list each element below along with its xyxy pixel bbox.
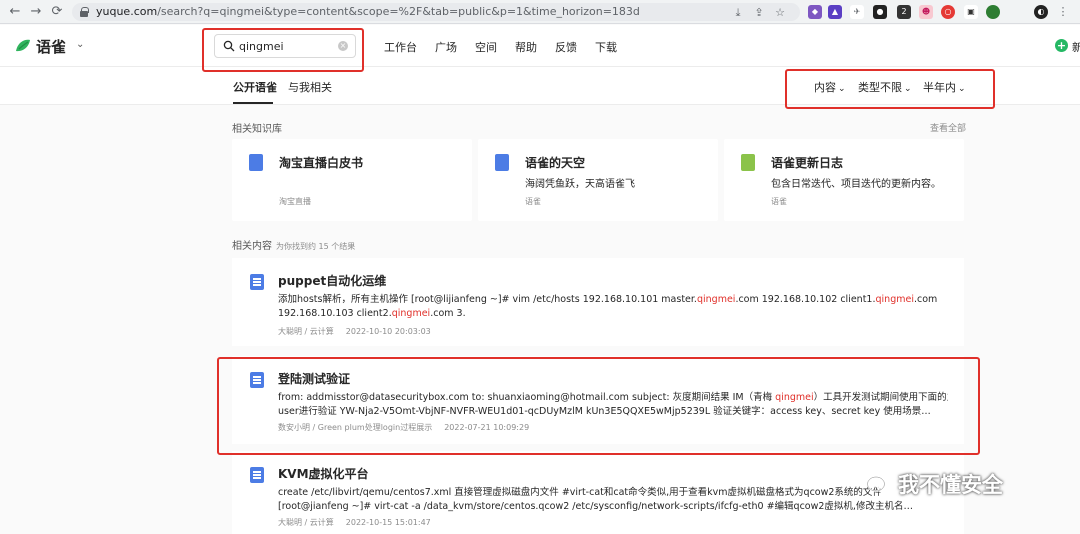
- document-icon: [250, 467, 264, 483]
- kb-card[interactable]: 语雀更新日志 包含日常迭代、项目迭代的更新内容。 语雀: [724, 139, 964, 221]
- extension-icon[interactable]: ○: [941, 5, 955, 19]
- result-title[interactable]: puppet自动化运维: [278, 272, 386, 289]
- chevron-down-icon[interactable]: ⌄: [76, 39, 84, 50]
- lock-icon: [80, 7, 89, 17]
- results-count: 为你找到约 15 个结果: [276, 242, 356, 251]
- chevron-down-icon: ⌄: [904, 84, 912, 94]
- kb-card[interactable]: 淘宝直播白皮书 淘宝直播: [232, 139, 472, 221]
- search-result[interactable]: puppet自动化运维 添加hosts解析，所有主机操作 [root@lijia…: [232, 258, 964, 346]
- browser-toolbar: ← → ⟳ yuque.com/search?q=qingmei&type=co…: [0, 0, 1080, 24]
- bookmark-star-icon[interactable]: ☆: [773, 6, 787, 20]
- book-icon: [741, 154, 755, 171]
- kb-desc: 海阔凭鱼跃，天高语雀飞: [525, 179, 635, 190]
- tab-public[interactable]: 公开语雀: [233, 79, 277, 95]
- share-icon[interactable]: ⇪: [752, 6, 766, 20]
- kb-desc: 包含日常迭代、项目迭代的更新内容。: [771, 179, 941, 190]
- address-bar[interactable]: yuque.com/search?q=qingmei&type=content&…: [72, 3, 800, 21]
- search-box[interactable]: ×: [214, 34, 356, 58]
- document-icon: [250, 372, 264, 388]
- filter-time[interactable]: 半年内 ⌄: [923, 79, 966, 95]
- active-tab-indicator: [233, 102, 273, 104]
- extension-icon[interactable]: [986, 5, 1000, 19]
- search-icon: [223, 40, 235, 52]
- kb-title[interactable]: 语雀的天空: [525, 154, 585, 171]
- watermark-text: 我不懂安全: [898, 473, 1003, 497]
- chevron-down-icon: ⌄: [958, 84, 966, 94]
- extension-icon[interactable]: ▲: [828, 5, 842, 19]
- result-meta: 数安小明 / Green plum处理login过程展示 2022-07-21 1…: [278, 423, 530, 432]
- url-text: yuque.com/search?q=qingmei&type=content&…: [96, 5, 640, 18]
- results-section-label: 相关内容 为你找到约 15 个结果: [232, 241, 356, 252]
- result-title[interactable]: KVM虚拟化平台: [278, 465, 369, 482]
- filter-type[interactable]: 类型不限 ⌄: [858, 79, 912, 95]
- tab-related-to-me[interactable]: 与我相关: [288, 79, 332, 95]
- search-result[interactable]: 登陆测试验证 from: addmisstor@datasecuritybox.…: [232, 356, 964, 444]
- new-label[interactable]: 新: [1072, 39, 1080, 55]
- yuque-logo-icon[interactable]: [14, 37, 32, 55]
- result-snippet: 添加hosts解析，所有主机操作 [root@lijianfeng ~]# vi…: [278, 294, 938, 319]
- kb-owner: 语雀: [525, 197, 541, 206]
- kb-section-label: 相关知识库: [232, 124, 282, 135]
- kb-owner: 淘宝直播: [279, 197, 311, 206]
- extension-icon[interactable]: ●: [873, 5, 887, 19]
- view-all-link[interactable]: 查看全部: [930, 121, 966, 134]
- back-icon[interactable]: ←: [6, 3, 24, 21]
- app-header: 语雀 ⌄ × 工作台 广场 空间 帮助 反馈 下载 + 新: [0, 25, 1080, 67]
- kb-title[interactable]: 语雀更新日志: [771, 154, 843, 171]
- nav-square[interactable]: 广场: [435, 39, 457, 55]
- tabs-bar: 公开语雀 与我相关 内容 ⌄ 类型不限 ⌄ 半年内 ⌄: [0, 67, 1080, 105]
- extension-icon[interactable]: ☻: [919, 5, 933, 19]
- kb-title[interactable]: 淘宝直播白皮书: [279, 154, 363, 171]
- extension-icon[interactable]: ◆: [808, 5, 822, 19]
- forward-icon[interactable]: →: [27, 3, 45, 21]
- nav-feedback[interactable]: 反馈: [555, 39, 577, 55]
- nav-help[interactable]: 帮助: [515, 39, 537, 55]
- kb-owner: 语雀: [771, 197, 787, 206]
- install-icon[interactable]: ⤓: [731, 6, 745, 20]
- search-input[interactable]: [239, 37, 339, 55]
- nav-download[interactable]: 下载: [595, 39, 617, 55]
- profile-icon[interactable]: ◐: [1034, 5, 1048, 19]
- extension-icon[interactable]: ▣: [964, 5, 978, 19]
- chevron-down-icon: ⌄: [838, 84, 846, 94]
- document-icon: [250, 274, 264, 290]
- kb-card[interactable]: 语雀的天空 海阔凭鱼跃，天高语雀飞 语雀: [478, 139, 718, 221]
- result-meta: 大聪明 / 云计算 2022-10-15 15:01:47: [278, 518, 431, 527]
- filter-content[interactable]: 内容 ⌄: [814, 79, 846, 95]
- result-snippet: create /etc/libvirt/qemu/centos7.xml 直接管…: [278, 487, 913, 512]
- search-result[interactable]: KVM虚拟化平台 create /etc/libvirt/qemu/centos…: [232, 451, 964, 534]
- logo-text[interactable]: 语雀: [36, 36, 66, 57]
- nav-workbench[interactable]: 工作台: [384, 39, 417, 55]
- result-meta: 大聪明 / 云计算 2022-10-10 20:03:03: [278, 327, 431, 336]
- clear-icon[interactable]: ×: [338, 41, 348, 51]
- result-snippet: from: addmisstor@datasecuritybox.com to:…: [278, 392, 948, 417]
- result-title[interactable]: 登陆测试验证: [278, 370, 350, 387]
- extension-icon[interactable]: ✈: [850, 5, 864, 19]
- add-button[interactable]: +: [1055, 39, 1068, 52]
- book-icon: [249, 154, 263, 171]
- menu-icon[interactable]: ⋮: [1056, 5, 1070, 19]
- nav-space[interactable]: 空间: [475, 39, 497, 55]
- reload-icon[interactable]: ⟳: [48, 3, 66, 21]
- wechat-icon: [866, 476, 893, 494]
- book-icon: [495, 154, 509, 171]
- extension-icon[interactable]: 2: [897, 5, 911, 19]
